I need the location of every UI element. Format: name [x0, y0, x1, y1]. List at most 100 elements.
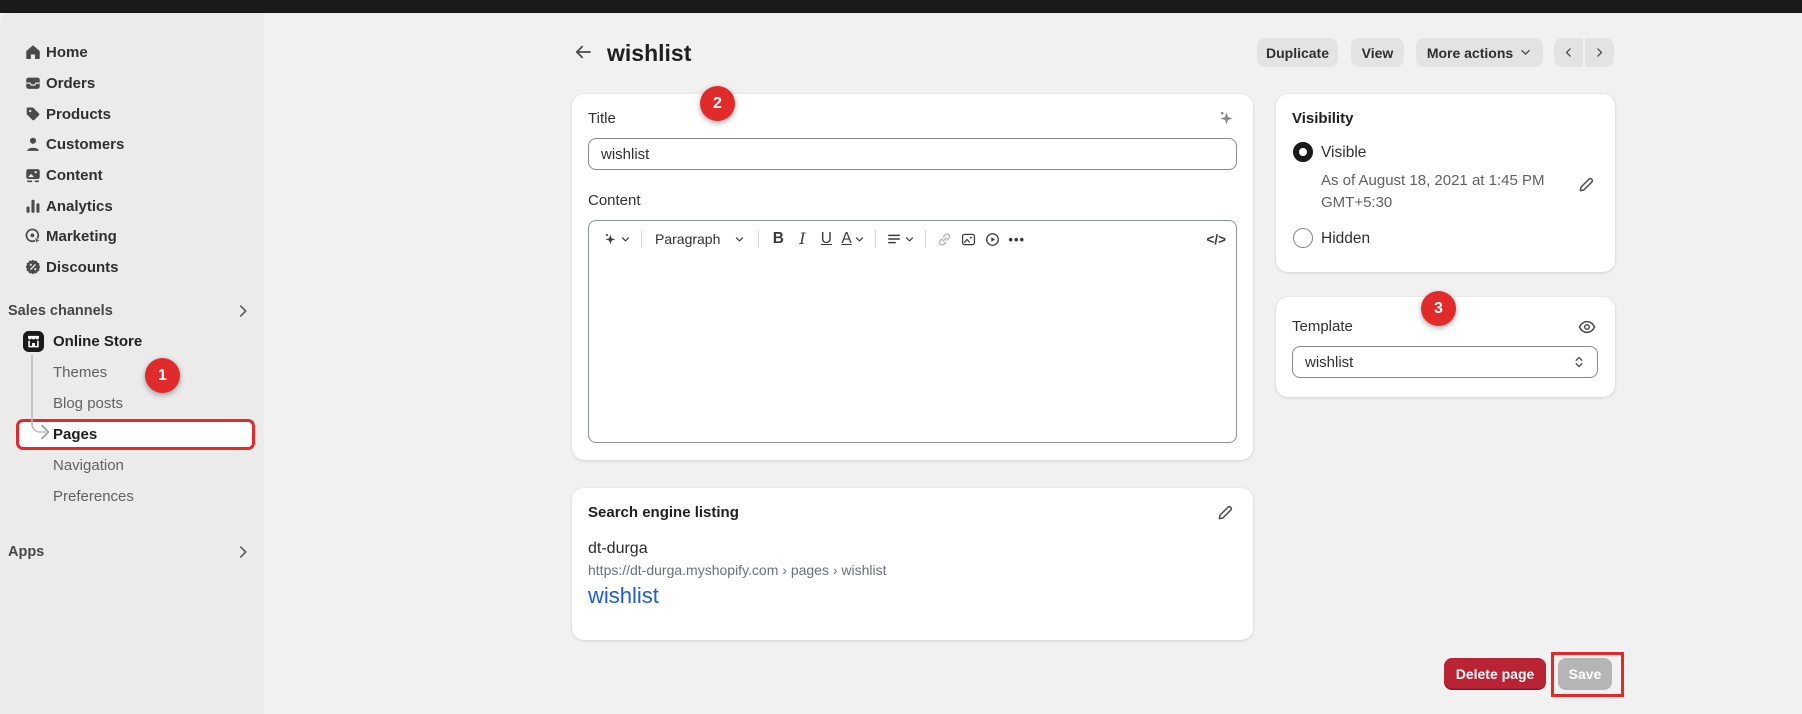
marketing-icon [23, 226, 43, 246]
template-heading: Template [1292, 318, 1353, 335]
chevron-down-icon [620, 234, 631, 245]
delete-page-button[interactable]: Delete page [1444, 658, 1546, 690]
seo-site-name: dt-durga [588, 540, 648, 558]
view-button[interactable]: View [1351, 38, 1404, 67]
align-left-icon [886, 231, 902, 247]
pages-label: Pages [53, 426, 97, 443]
sidebar-item-navigation[interactable]: Navigation [0, 451, 264, 479]
seo-result-title-link[interactable]: wishlist [588, 583, 659, 609]
rte-content-area[interactable] [589, 257, 1236, 443]
sidebar-item-label: Home [46, 44, 88, 61]
sidebar-section-sales-channels[interactable]: Sales channels [0, 297, 264, 325]
chevron-left-icon [1562, 46, 1575, 59]
chevron-right-icon [1593, 46, 1606, 59]
duplicate-button[interactable]: Duplicate [1257, 38, 1338, 67]
italic-button[interactable]: I [790, 226, 814, 252]
insert-video-button[interactable] [981, 226, 1005, 252]
previous-page-button[interactable] [1554, 38, 1583, 67]
save-button[interactable]: Save [1558, 658, 1612, 690]
more-formatting-button[interactable]: ••• [1005, 226, 1029, 252]
apps-label: Apps [8, 544, 44, 560]
visible-label: Visible [1321, 144, 1366, 162]
visibility-card: Visibility Visible As of August 18, 2021… [1276, 94, 1615, 272]
themes-label: Themes [53, 364, 107, 381]
text-align-button[interactable] [883, 226, 918, 252]
duplicate-button-label: Duplicate [1266, 45, 1329, 61]
hidden-label: Hidden [1321, 230, 1370, 248]
rich-text-editor: Paragraph B I U A [588, 220, 1237, 443]
visibility-heading: Visibility [1292, 110, 1353, 127]
preview-template-eye-icon[interactable] [1577, 317, 1597, 337]
edit-seo-pencil-icon[interactable] [1216, 503, 1236, 523]
discounts-icon [23, 257, 43, 277]
paragraph-style-dropdown[interactable]: Paragraph [649, 226, 751, 252]
annotation-step-2-badge: 2 [700, 86, 735, 121]
sidebar-item-label: Analytics [46, 198, 113, 215]
analytics-icon [23, 196, 43, 216]
sales-channels-label: Sales channels [8, 303, 113, 319]
magic-sparkle-icon[interactable] [1216, 108, 1236, 128]
visible-since-note-line2: GMT+5:30 [1321, 192, 1392, 214]
sidebar-item-discounts[interactable]: Discounts [0, 253, 264, 281]
sidebar-item-products[interactable]: Products [0, 100, 264, 128]
rte-toolbar: Paragraph B I U A [589, 221, 1236, 257]
sidebar-item-content[interactable]: Content [0, 161, 264, 189]
underline-button[interactable]: U [814, 226, 838, 252]
chevron-right-icon [234, 543, 252, 561]
sidebar-item-analytics[interactable]: Analytics [0, 192, 264, 220]
visible-radio[interactable] [1293, 142, 1313, 162]
sidebar-item-online-store[interactable]: Online Store [0, 327, 264, 355]
back-button[interactable] [568, 37, 598, 67]
text-color-button[interactable]: A [838, 226, 867, 252]
tree-connector-arrow-icon [28, 354, 54, 442]
hidden-radio[interactable] [1293, 228, 1313, 248]
show-html-button[interactable]: </> [1206, 232, 1226, 247]
arrow-left-icon [573, 42, 593, 62]
rte-magic-button[interactable] [599, 226, 634, 252]
sidebar-item-home[interactable]: Home [0, 38, 264, 66]
chevron-right-icon [234, 302, 252, 320]
template-selected-value: wishlist [1305, 354, 1353, 371]
chevron-down-icon [904, 234, 915, 245]
preferences-label: Preferences [53, 488, 134, 505]
sidebar-item-label: Products [46, 106, 111, 123]
home-icon [23, 42, 43, 62]
text-color-label: A [841, 230, 851, 248]
sidebar-item-preferences[interactable]: Preferences [0, 482, 264, 510]
chevron-down-icon [854, 234, 865, 245]
next-page-button[interactable] [1585, 38, 1614, 67]
search-engine-listing-card: Search engine listing dt-durga https://d… [572, 488, 1253, 640]
template-select[interactable]: wishlist [1292, 346, 1598, 378]
bold-button[interactable]: B [766, 226, 790, 252]
delete-page-label: Delete page [1456, 666, 1535, 682]
insert-image-button[interactable] [957, 226, 981, 252]
more-actions-button[interactable]: More actions [1416, 38, 1543, 67]
sidebar-item-marketing[interactable]: Marketing [0, 222, 264, 250]
more-actions-label: More actions [1427, 45, 1513, 61]
customers-icon [23, 134, 43, 154]
navigation-label: Navigation [53, 457, 124, 474]
insert-link-button[interactable] [933, 226, 957, 252]
select-updown-icon [1571, 354, 1587, 370]
content-field-label: Content [588, 192, 641, 209]
sidebar-item-customers[interactable]: Customers [0, 130, 264, 158]
title-input[interactable] [588, 138, 1237, 170]
seo-breadcrumb-url: https://dt-durga.myshopify.com › pages ›… [588, 562, 887, 578]
view-button-label: View [1362, 45, 1394, 61]
toolbar-divider [641, 230, 642, 248]
title-field-label: Title [588, 110, 616, 127]
seo-card-heading: Search engine listing [588, 504, 739, 521]
sidebar-item-label: Customers [46, 136, 124, 153]
edit-visibility-pencil-icon[interactable] [1577, 175, 1597, 195]
sidebar-item-label: Discounts [46, 259, 119, 276]
sidebar-section-apps[interactable]: Apps [0, 538, 264, 566]
top-bar [0, 0, 1802, 13]
save-button-label: Save [1569, 666, 1602, 682]
title-content-card: Title Content Paragraph B I U [572, 94, 1253, 460]
toolbar-divider [925, 230, 926, 248]
annotation-step-1-badge: 1 [145, 358, 180, 393]
sidebar-item-orders[interactable]: Orders [0, 69, 264, 97]
annotation-step-3-badge: 3 [1421, 291, 1456, 326]
online-store-label: Online Store [53, 333, 142, 350]
online-store-icon [23, 331, 44, 352]
